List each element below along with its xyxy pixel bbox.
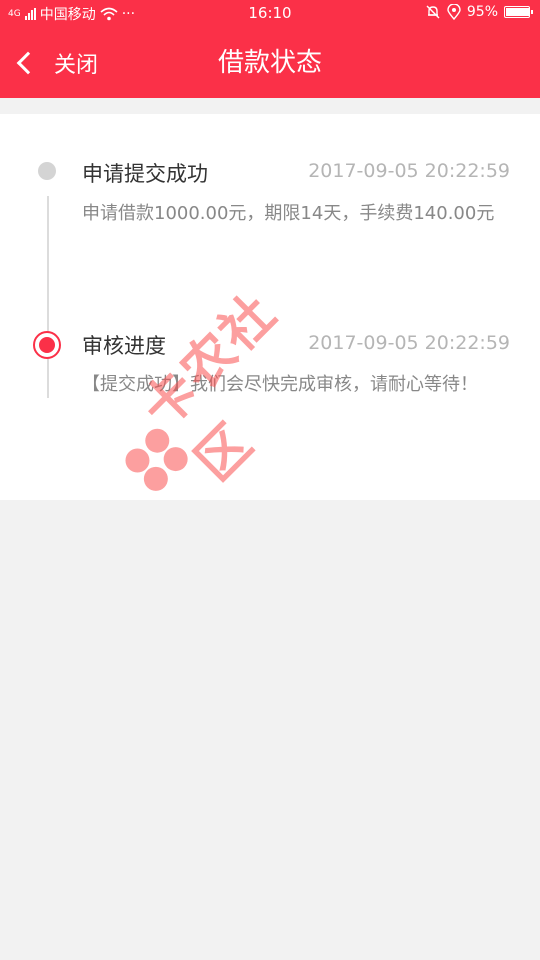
timeline-item-time: 2017-09-05 20:22:59 (308, 160, 510, 182)
timeline-dot-active (33, 331, 61, 359)
battery-percent: 95% (466, 4, 498, 20)
timeline-dot-inactive (38, 162, 56, 180)
page-title: 借款状态 (217, 48, 322, 78)
timeline-item-time: 2017-09-05 20:22:59 (308, 332, 510, 354)
location-icon (447, 4, 461, 20)
timeline-line (47, 196, 49, 398)
status-right: 95% (425, 4, 533, 20)
timeline-item-desc: 申请借款1000.00元，期限14天，手续费140.00元 (82, 203, 495, 224)
mute-bell-icon (426, 5, 440, 19)
battery-fill (506, 8, 529, 16)
timeline-item-title: 申请提交成功 (82, 162, 208, 186)
app-screen: 4G 中国移动 ··· 16:10 95% 关闭 借款状态 申请提交成功 201… (0, 0, 540, 960)
battery-icon (504, 6, 533, 18)
nav-bar: 关闭 借款状态 (0, 28, 540, 98)
status-bar: 4G 中国移动 ··· 16:10 95% (0, 0, 540, 28)
